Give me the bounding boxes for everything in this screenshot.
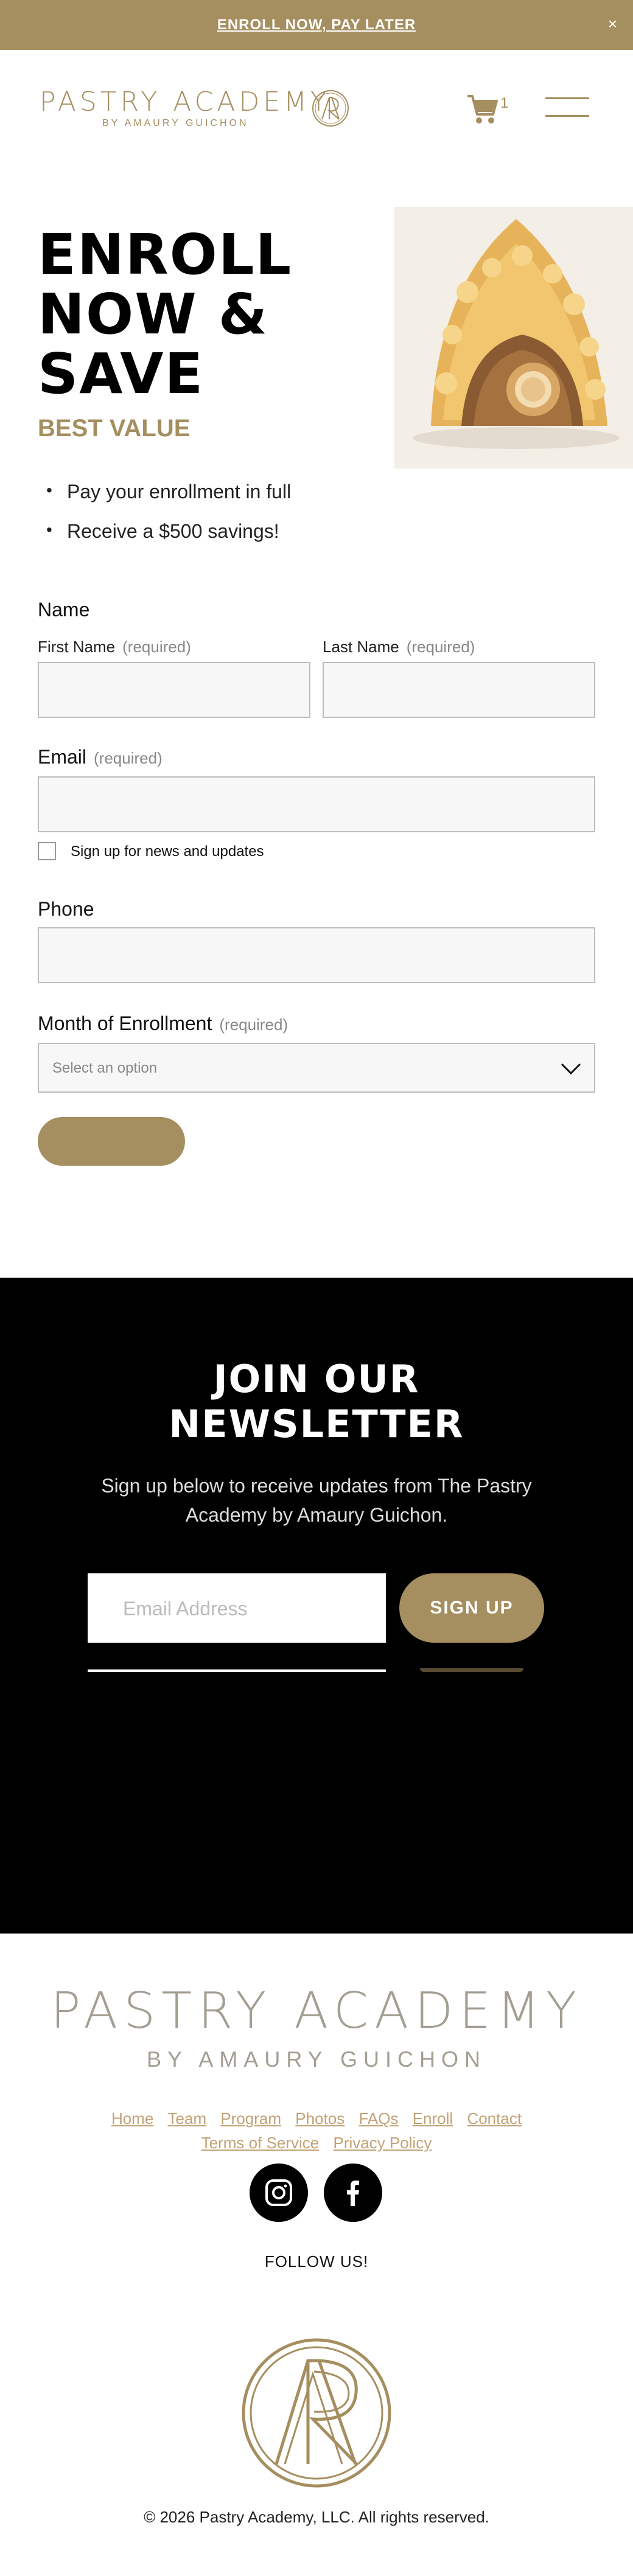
footer-link-photos[interactable]: Photos bbox=[295, 2109, 344, 2128]
benefits-list: Pay your enrollment in full Receive a $5… bbox=[46, 481, 291, 560]
first-name-label: First Name (required) bbox=[38, 638, 191, 656]
email-field[interactable] bbox=[38, 776, 595, 832]
list-item: Receive a $500 savings! bbox=[46, 520, 291, 543]
newsletter-title: JOIN OUR NEWSLETTER bbox=[0, 1357, 633, 1447]
facebook-icon bbox=[347, 2181, 359, 2206]
footer-nav: Home Team Program Photos FAQs Enroll Con… bbox=[0, 2106, 633, 2155]
newsletter-section: JOIN OUR NEWSLETTER Sign up below to rec… bbox=[0, 1278, 633, 1934]
pastry-image bbox=[394, 207, 633, 468]
required-tag: (required) bbox=[219, 1015, 289, 1034]
cart-icon bbox=[467, 95, 498, 124]
last-name-text: Last Name bbox=[323, 638, 399, 656]
first-name-text: First Name bbox=[38, 638, 116, 656]
footer-logo-wordmark[interactable]: PASTRY ACADEMY bbox=[37, 1982, 596, 2040]
newsletter-title-line: NEWSLETTER bbox=[169, 1402, 464, 1446]
hero-subtitle: BEST VALUE bbox=[38, 415, 191, 442]
phone-field[interactable] bbox=[38, 927, 595, 983]
chevron-down-icon bbox=[561, 1063, 581, 1075]
page-title: ENROLL NOW & SAVE bbox=[38, 225, 379, 404]
required-tag: (required) bbox=[406, 638, 475, 656]
footer-link-enroll[interactable]: Enroll bbox=[413, 2109, 453, 2128]
month-text: Month of Enrollment bbox=[38, 1012, 212, 1034]
announcement-bar: ENROLL NOW, PAY LATER × bbox=[0, 0, 633, 50]
checkbox-label: Sign up for news and updates bbox=[71, 843, 264, 860]
footer-link-program[interactable]: Program bbox=[220, 2109, 281, 2128]
footer-link-privacy[interactable]: Privacy Policy bbox=[334, 2134, 432, 2152]
facebook-button[interactable] bbox=[324, 2163, 382, 2222]
list-item: Pay your enrollment in full bbox=[46, 481, 291, 503]
footer-link-contact[interactable]: Contact bbox=[467, 2109, 522, 2128]
last-name-field[interactable] bbox=[323, 662, 595, 718]
select-placeholder: Select an option bbox=[52, 1060, 158, 1076]
submit-button[interactable] bbox=[38, 1117, 185, 1166]
required-tag: (required) bbox=[94, 749, 163, 767]
instagram-button[interactable] bbox=[250, 2163, 308, 2222]
footer-link-home[interactable]: Home bbox=[111, 2109, 153, 2128]
month-label: Month of Enrollment (required) bbox=[38, 1012, 288, 1035]
ap-monogram-icon bbox=[242, 2338, 391, 2488]
signup-button[interactable]: SIGN UP bbox=[399, 1573, 544, 1643]
logo-tagline: BY AMAURY GUICHON bbox=[102, 118, 249, 128]
title-line: NOW & bbox=[38, 282, 268, 347]
instagram-icon bbox=[265, 2179, 292, 2206]
cart-button[interactable]: 1 bbox=[466, 92, 515, 127]
newsletter-title-line: JOIN OUR bbox=[213, 1357, 420, 1401]
name-label: Name bbox=[38, 599, 90, 621]
divider bbox=[420, 1668, 523, 1672]
email-label: Email (required) bbox=[38, 746, 163, 768]
footer-link-team[interactable]: Team bbox=[168, 2109, 207, 2128]
required-tag: (required) bbox=[122, 638, 191, 656]
footer-link-faqs[interactable]: FAQs bbox=[358, 2109, 398, 2128]
newsletter-checkbox[interactable] bbox=[38, 842, 56, 860]
follow-label: FOLLOW US! bbox=[264, 2252, 369, 2271]
ap-monogram-icon bbox=[312, 90, 349, 127]
copyright: © 2026 Pastry Academy, LLC. All rights r… bbox=[144, 2508, 489, 2526]
divider bbox=[88, 1669, 386, 1672]
site-logo[interactable]: PASTRY ACADEMY BY AMAURY GUICHON bbox=[40, 86, 356, 135]
newsletter-description: Sign up below to receive updates from Th… bbox=[101, 1475, 532, 1526]
footer-link-terms[interactable]: Terms of Service bbox=[201, 2134, 320, 2152]
phone-label: Phone bbox=[38, 898, 94, 920]
footer-logo-tagline: BY AMAURY GUICHON bbox=[146, 2047, 487, 2072]
last-name-label: Last Name (required) bbox=[323, 638, 475, 656]
hamburger-icon[interactable] bbox=[545, 97, 589, 119]
close-icon[interactable]: × bbox=[608, 16, 617, 32]
cart-count: 1 bbox=[500, 95, 509, 111]
site-header: PASTRY ACADEMY BY AMAURY GUICHON 1 bbox=[0, 50, 633, 172]
title-line: ENROLL bbox=[38, 222, 293, 287]
email-text: Email bbox=[38, 746, 87, 768]
newsletter-email-input[interactable]: Email Address bbox=[88, 1573, 386, 1643]
title-line: SAVE bbox=[38, 341, 205, 406]
logo-wordmark: PASTRY ACADEMY bbox=[40, 86, 330, 117]
first-name-field[interactable] bbox=[38, 662, 310, 718]
email-placeholder: Email Address bbox=[123, 1598, 248, 1620]
month-select[interactable]: Select an option bbox=[38, 1043, 595, 1093]
announcement-link[interactable]: ENROLL NOW, PAY LATER bbox=[217, 16, 416, 33]
